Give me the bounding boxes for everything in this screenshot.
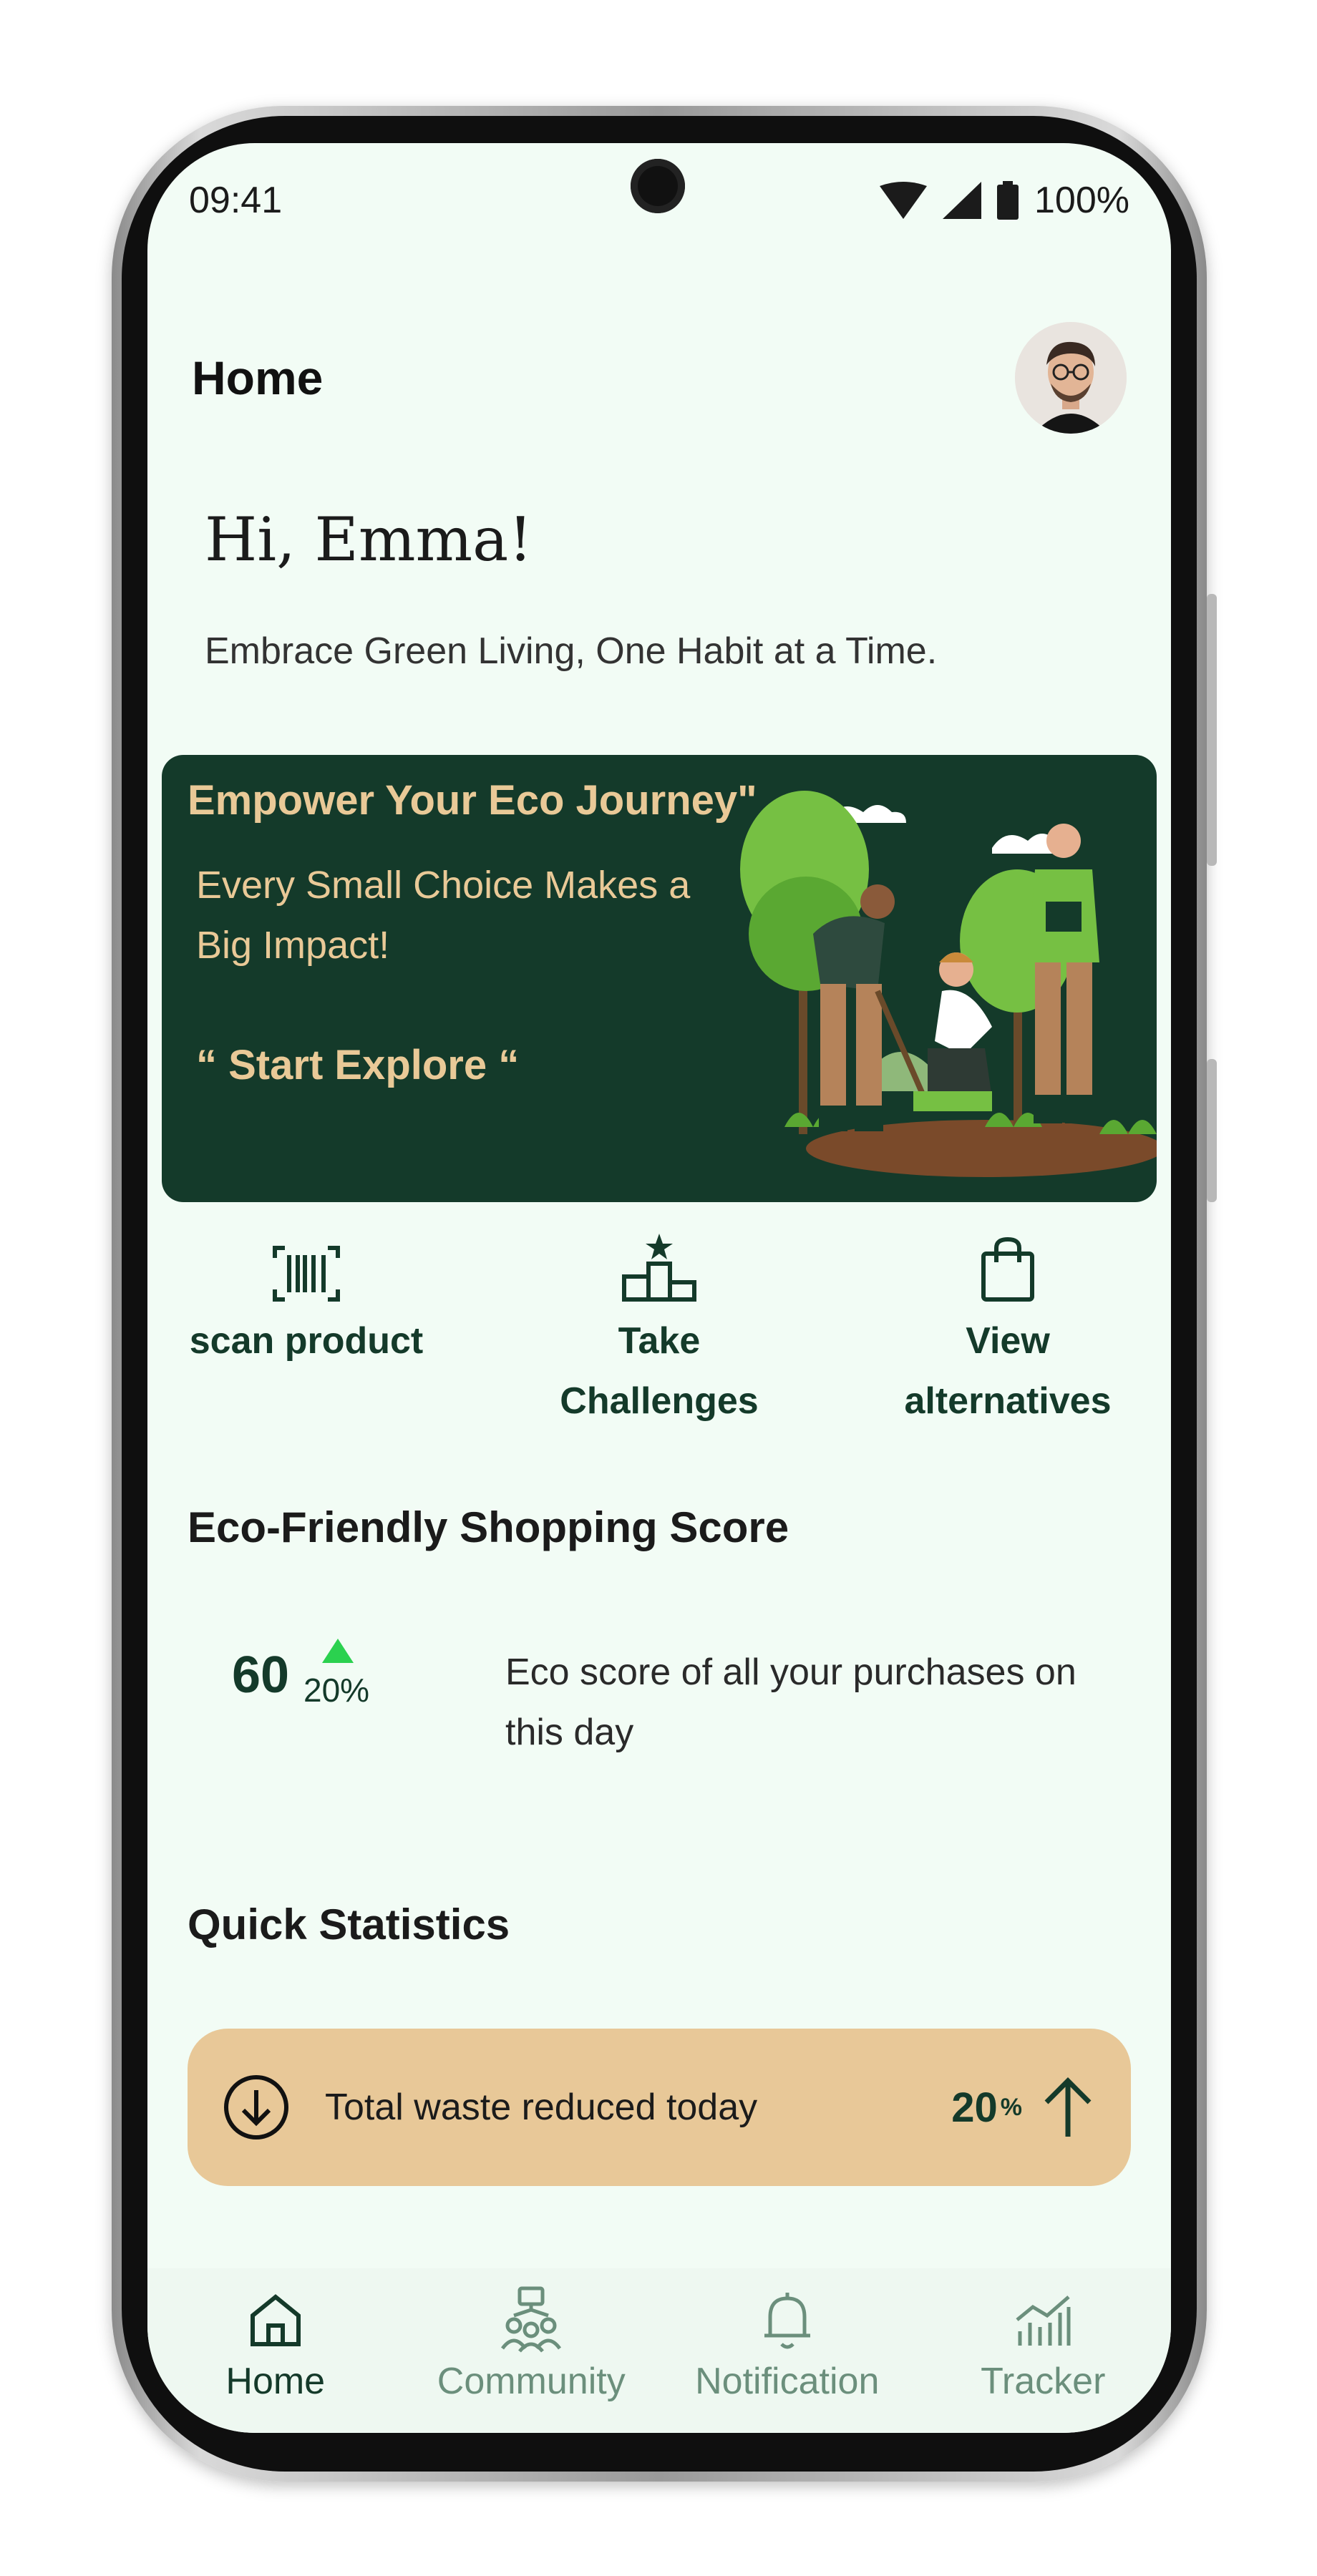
app-screen: 09:41 100% Home Hi, Emma! Embrace Green — [147, 143, 1171, 2433]
nav-tracker[interactable]: Tracker — [915, 2268, 1172, 2433]
status-bar: 09:41 100% — [189, 172, 1129, 229]
signal-icon — [943, 182, 981, 219]
greeting-text: Hi, Emma! — [205, 504, 533, 575]
waste-reduced-card[interactable]: Total waste reduced today 20 % — [188, 2029, 1131, 2186]
nav-tracker-label: Tracker — [981, 2361, 1106, 2402]
arrow-down-circle-icon — [224, 2075, 288, 2140]
page-title: Home — [192, 351, 324, 404]
nav-community-label: Community — [437, 2361, 626, 2402]
battery-percent: 100% — [1034, 180, 1129, 221]
status-time: 09:41 — [189, 180, 283, 221]
scan-product-label: scan product — [189, 1320, 424, 1362]
nav-notification[interactable]: Notification — [659, 2268, 915, 2433]
banner-subtitle: Every Small Choice Makes a Big Impact! — [196, 864, 691, 967]
quick-actions: scan product Take Challenges View altern… — [147, 1231, 1171, 1445]
promo-banner[interactable]: Empower Your Eco Journey" Every Small Ch… — [162, 755, 1157, 1202]
arrow-up-icon — [1044, 2077, 1092, 2137]
score-section-title: Eco-Friendly Shopping Score — [188, 1503, 789, 1551]
status-icons: 100% — [880, 179, 1129, 222]
stats-section-title: Quick Statistics — [188, 1901, 510, 1948]
nav-community[interactable]: Community — [404, 2268, 660, 2433]
take-challenges-label: Take Challenges — [560, 1320, 759, 1422]
view-alternatives-button[interactable]: View alternatives — [872, 1231, 1144, 1431]
top-bar: Home — [192, 322, 1127, 436]
trend-up-icon — [322, 1639, 354, 1663]
start-explore-button[interactable]: “ Start Explore “ — [196, 1041, 519, 1089]
tagline-text: Embrace Green Living, One Habit at a Tim… — [205, 630, 938, 672]
avatar[interactable] — [1015, 322, 1127, 434]
planting-illustration — [740, 791, 1157, 1177]
nav-home[interactable]: Home — [147, 2268, 404, 2433]
waste-reduced-label: Total waste reduced today — [325, 2087, 758, 2128]
eco-score-change: 20% — [303, 1672, 370, 1709]
view-alternatives-label: View alternatives — [904, 1320, 1112, 1422]
eco-score-description: Eco score of all your purchases on this … — [505, 1652, 1077, 1753]
bell-icon — [659, 2284, 915, 2356]
chart-icon — [915, 2284, 1172, 2356]
community-icon — [404, 2284, 660, 2356]
wifi-icon — [880, 182, 927, 219]
barcode-icon — [170, 1231, 442, 1302]
bottom-nav: Home Community Notification Tracker — [147, 2268, 1171, 2433]
nav-notification-label: Notification — [695, 2361, 880, 2402]
volume-button — [1207, 594, 1217, 866]
eco-score-value: 60 — [232, 1646, 290, 1704]
shopping-bag-icon — [872, 1231, 1144, 1302]
waste-reduced-unit: % — [1000, 2093, 1022, 2121]
waste-reduced-value: 20 — [951, 2084, 998, 2131]
user-photo-icon — [1015, 322, 1127, 434]
podium-icon — [523, 1231, 795, 1302]
take-challenges-button[interactable]: Take Challenges — [523, 1231, 795, 1431]
nav-home-label: Home — [225, 2361, 326, 2402]
scan-product-button[interactable]: scan product — [170, 1231, 442, 1371]
home-icon — [147, 2284, 404, 2356]
banner-title: Empower Your Eco Journey" — [188, 777, 757, 824]
power-button — [1207, 1059, 1217, 1202]
battery-icon — [997, 181, 1019, 220]
